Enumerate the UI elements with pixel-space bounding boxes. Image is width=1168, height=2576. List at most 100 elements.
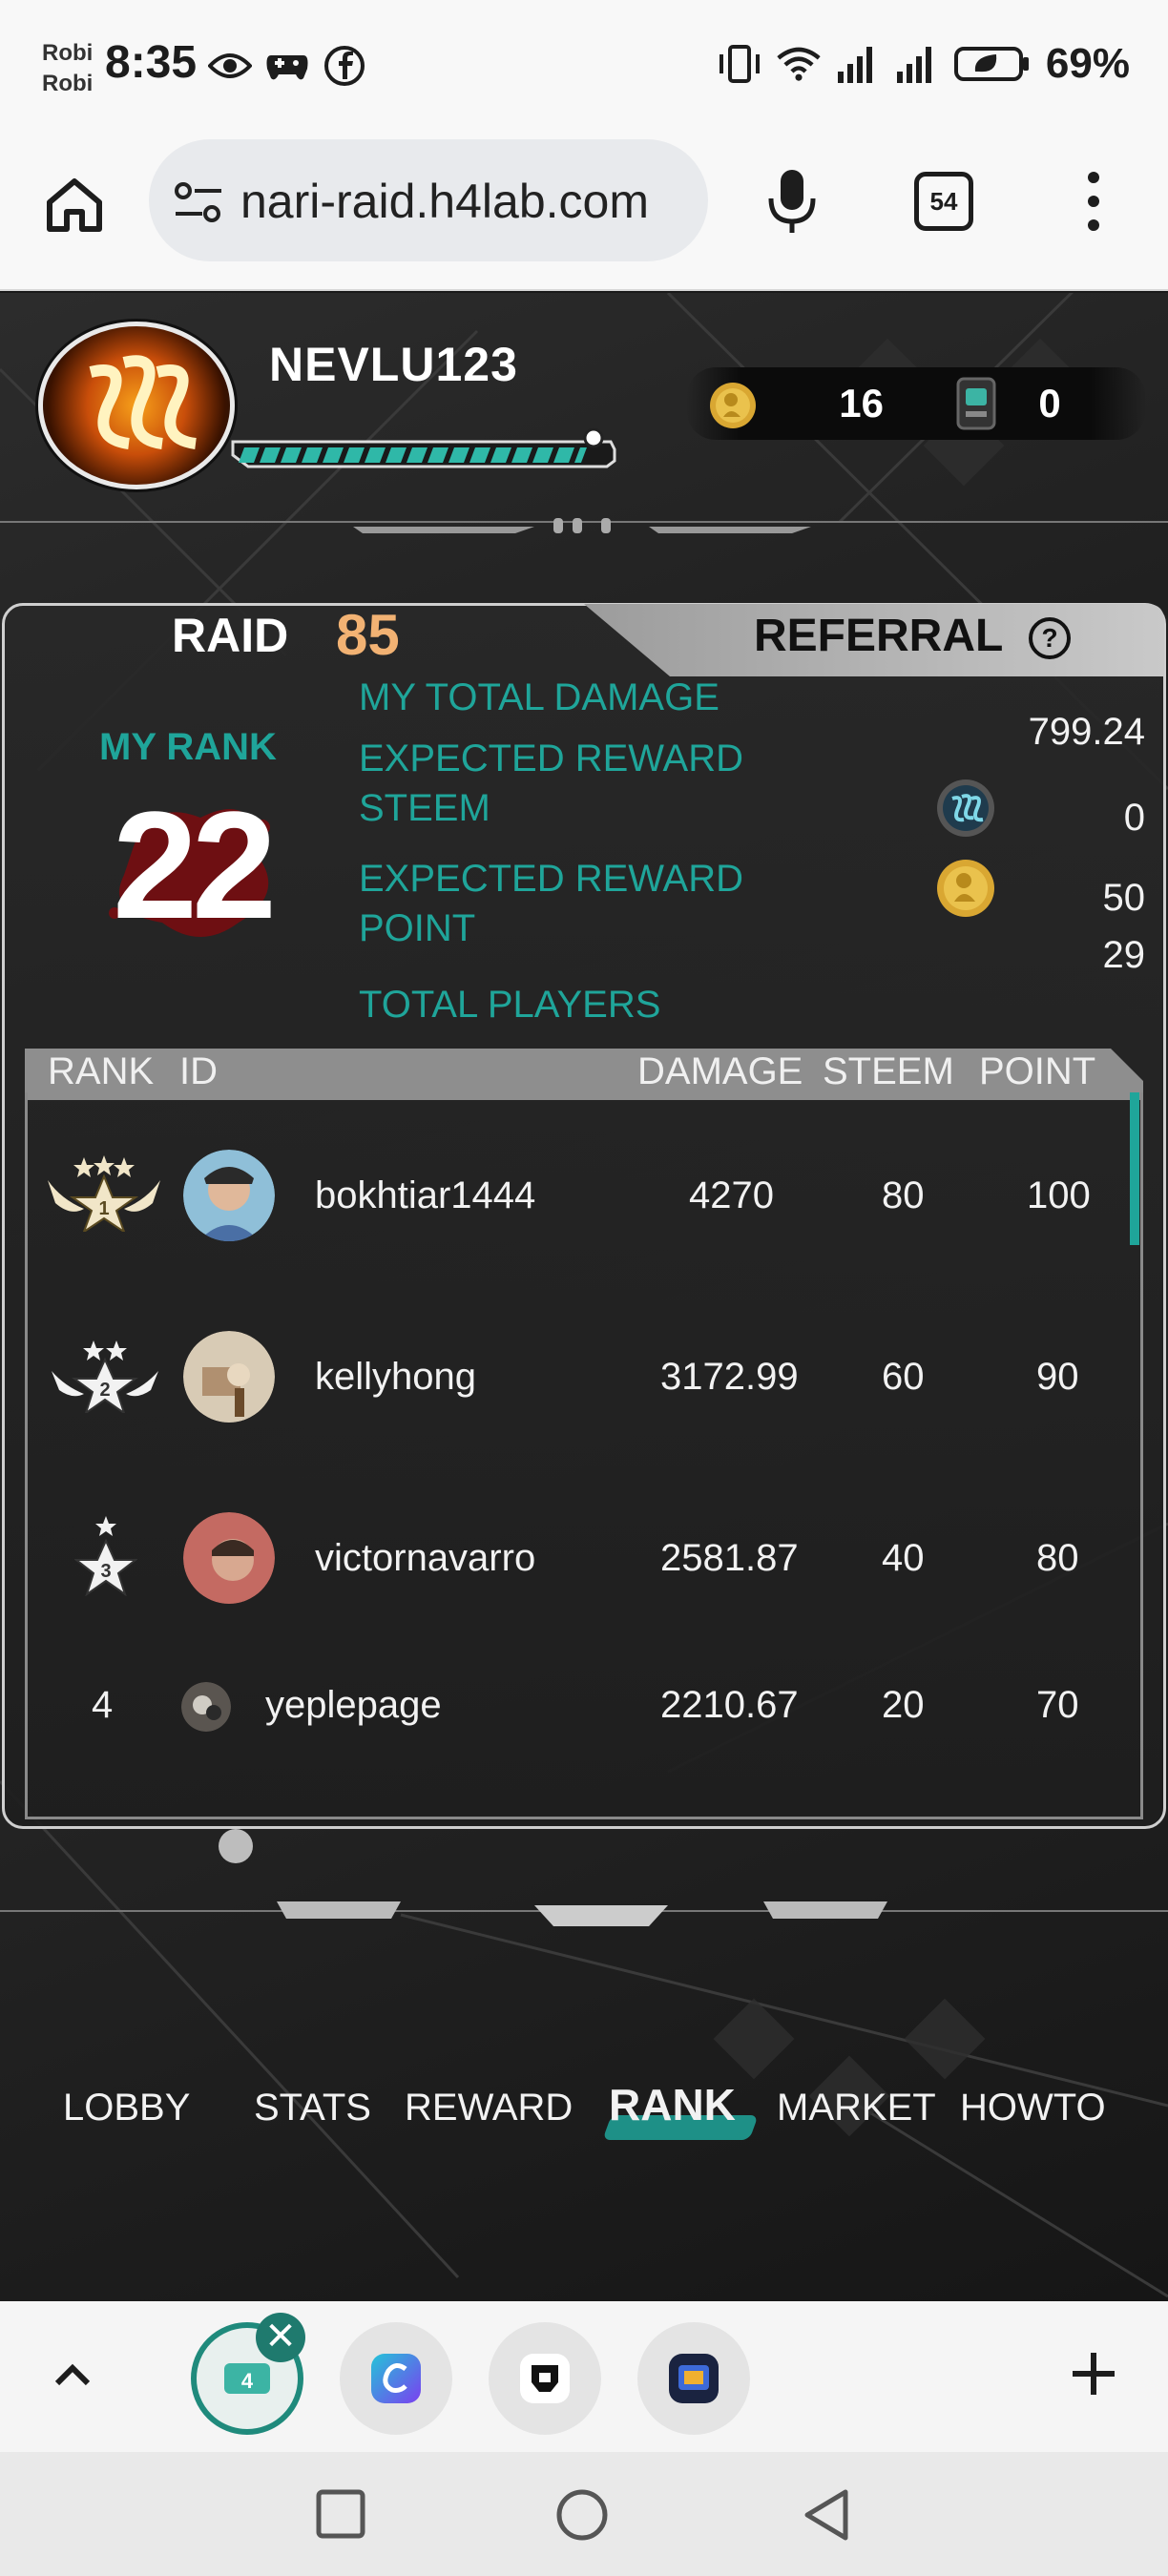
player-name: NEVLU123	[269, 338, 518, 391]
site-settings-icon[interactable]	[174, 181, 223, 223]
rank-cell: 4	[92, 1684, 114, 1726]
point-coin-icon	[937, 860, 994, 917]
reward-point-label-line2: POINT	[359, 907, 476, 949]
status-bar: Robi Robi 8:35 69%	[0, 0, 1168, 134]
steem-coin-icon	[937, 779, 994, 837]
url-text[interactable]: nari-raid.h4lab.com	[240, 174, 689, 229]
point-cell: 100	[1027, 1174, 1091, 1216]
point-cell: 80	[1036, 1537, 1079, 1579]
column-header-rank: RANK	[48, 1050, 155, 1092]
canva-icon	[371, 2354, 421, 2403]
system-navigation-bar	[0, 2452, 1168, 2576]
carrier-label: Robi Robi	[42, 38, 93, 99]
recents-square-icon[interactable]	[315, 2488, 366, 2540]
back-triangle-icon[interactable]	[802, 2488, 851, 2542]
player-avatar[interactable]	[38, 322, 235, 489]
total-damage-value: 799.24	[1028, 711, 1145, 753]
battery-saver-icon	[953, 42, 1031, 86]
reward-steem-label-line2: STEEM	[359, 787, 490, 829]
user-avatar[interactable]	[181, 1682, 231, 1732]
gamepad-icon	[265, 44, 309, 88]
chevron-up-icon[interactable]	[52, 2355, 94, 2397]
game-screen: NEVLU123 16 0 RAID 85 REFERRAL ? MY RANK…	[0, 293, 1168, 2301]
steem-cell: 80	[882, 1174, 925, 1216]
username-cell: victornavarro	[315, 1537, 536, 1579]
vibrate-icon	[718, 42, 761, 86]
total-damage-label: MY TOTAL DAMAGE	[359, 676, 720, 718]
battery-percent: 69%	[1045, 40, 1130, 87]
home-circle-icon[interactable]	[555, 2488, 609, 2542]
signal-icon	[895, 42, 939, 86]
username-cell: bokhtiar1444	[315, 1174, 536, 1216]
reward-steem-label-line1: EXPECTED REWARD	[359, 737, 744, 779]
nav-lobby[interactable]: LOBBY	[63, 2087, 190, 2129]
wifi-icon	[777, 42, 821, 86]
username-cell: yeplepage	[265, 1684, 442, 1726]
steem-cell: 40	[882, 1537, 925, 1579]
point-cell: 90	[1036, 1356, 1079, 1398]
damage-cell: 4270	[689, 1174, 774, 1216]
eye-icon	[208, 44, 252, 88]
nav-rank[interactable]: RANK	[609, 2079, 736, 2130]
user-avatar[interactable]	[183, 1512, 275, 1604]
address-bar[interactable]: nari-raid.h4lab.com	[149, 139, 708, 261]
my-rank-value: 22	[113, 779, 277, 950]
table-row[interactable]: 1 bokhtiar1444 4270 80 100	[25, 1142, 1132, 1247]
browser-toolbar: nari-raid.h4lab.com 54	[0, 134, 1168, 291]
tab-chip-canva[interactable]	[340, 2322, 452, 2435]
clock: 8:35	[105, 37, 198, 88]
point-cell: 70	[1036, 1684, 1079, 1726]
user-avatar[interactable]	[183, 1150, 275, 1241]
column-header-point: POINT	[979, 1050, 1096, 1092]
reward-point-label-line1: EXPECTED REWARD	[359, 858, 744, 900]
overflow-menu-icon[interactable]	[1074, 168, 1113, 235]
help-icon[interactable]: ?	[1029, 617, 1071, 659]
svg-text:2: 2	[99, 1380, 110, 1401]
rank-3-badge-icon: 3	[74, 1516, 137, 1596]
new-tab-plus-icon[interactable]	[1067, 2347, 1120, 2400]
raid-number: 85	[336, 603, 400, 667]
tab-chip-steemit[interactable]	[637, 2322, 750, 2435]
microphone-icon[interactable]	[763, 168, 821, 235]
tab-raid[interactable]: RAID	[172, 608, 288, 663]
signal-icon	[836, 42, 880, 86]
svg-text:3: 3	[100, 1561, 111, 1582]
ticket-count: 0	[1038, 381, 1061, 426]
column-header-id: ID	[179, 1050, 218, 1092]
coin-icon	[710, 383, 756, 428]
damage-cell: 2210.67	[660, 1684, 799, 1726]
tab-chip-steem[interactable]	[489, 2322, 601, 2435]
steem-icon	[520, 2354, 570, 2403]
carrier-line-2: Robi	[42, 71, 94, 96]
column-header-steem: STEEM	[823, 1050, 954, 1092]
carrier-line-1: Robi	[42, 40, 94, 66]
user-avatar[interactable]	[183, 1331, 275, 1423]
username-cell: kellyhong	[315, 1356, 477, 1398]
table-row[interactable]: 3 victornavarro 2581.87 40 80	[25, 1505, 1132, 1610]
reward-point-value: 50	[1102, 877, 1146, 919]
total-players-label: TOTAL PLAYERS	[359, 984, 661, 1026]
close-tab-icon[interactable]: ✕	[256, 2313, 305, 2362]
home-icon[interactable]	[44, 174, 105, 235]
nav-reward[interactable]: REWARD	[405, 2087, 573, 2129]
damage-cell: 2581.87	[660, 1537, 799, 1579]
steemit-app-icon	[669, 2354, 719, 2403]
nav-howto[interactable]: HOWTO	[960, 2087, 1106, 2129]
table-row[interactable]: 4 yeplepage 2210.67 20 70	[25, 1652, 1132, 1756]
total-players-value: 29	[1102, 934, 1146, 976]
facebook-icon	[323, 44, 366, 88]
svg-text:4: 4	[241, 2369, 254, 2393]
steem-cell: 60	[882, 1356, 925, 1398]
steem-logo-icon	[89, 355, 198, 449]
damage-cell: 3172.99	[660, 1356, 799, 1398]
steem-cell: 20	[882, 1684, 925, 1726]
table-row[interactable]: 2 kellyhong 3172.99 60 90	[25, 1323, 1132, 1428]
nav-market[interactable]: MARKET	[777, 2087, 936, 2129]
my-rank-label: MY RANK	[99, 726, 277, 768]
coin-count: 16	[839, 381, 884, 426]
column-header-damage: DAMAGE	[637, 1050, 803, 1092]
ticket-icon	[956, 377, 996, 430]
referral-label[interactable]: REFERRAL	[754, 610, 1003, 662]
nav-stats[interactable]: STATS	[254, 2087, 371, 2129]
tab-switcher-button[interactable]: 54	[914, 172, 973, 231]
